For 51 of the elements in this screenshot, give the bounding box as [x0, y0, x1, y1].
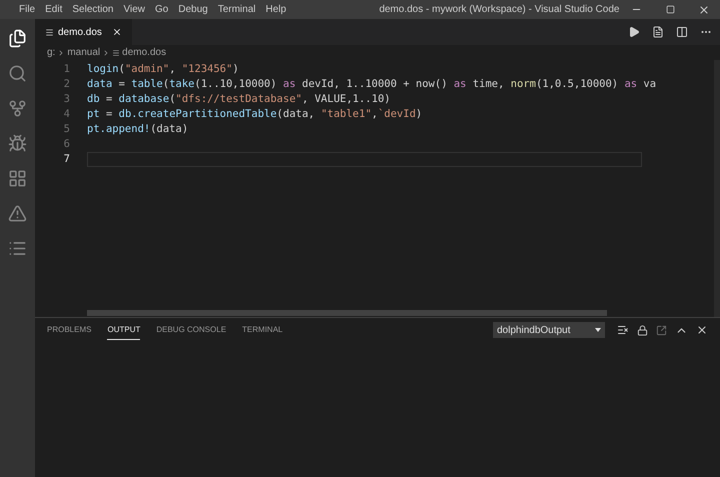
- line-number: 2: [62, 77, 70, 92]
- open-file-icon[interactable]: [656, 324, 667, 336]
- menu-item[interactable]: Terminal: [212, 2, 261, 17]
- close-icon: [698, 4, 710, 16]
- menu-item[interactable]: View: [118, 2, 150, 17]
- menu-item[interactable]: Help: [260, 2, 292, 17]
- bug-icon[interactable]: [8, 134, 27, 153]
- clear-output-icon[interactable]: [617, 324, 629, 336]
- extensions-icon[interactable]: [8, 169, 27, 188]
- files-icon[interactable]: [8, 29, 27, 48]
- run-icon[interactable]: [628, 26, 640, 38]
- maximize-icon: [666, 5, 675, 14]
- dropdown-arrow-icon: [595, 328, 601, 332]
- code-line: db = database("dfs://testDatabase", VALUE,1..10): [87, 92, 392, 107]
- breadcrumb-item[interactable]: manual: [67, 45, 100, 60]
- code-line: pt.append!(data): [87, 122, 190, 137]
- vertical-scrollbar[interactable]: [714, 60, 720, 317]
- editor-tab[interactable]: demo.dos: [35, 19, 132, 45]
- menu-item[interactable]: Edit: [40, 2, 68, 17]
- branch-icon[interactable]: [8, 99, 27, 118]
- panel-tab[interactable]: DEBUG CONSOLE: [156, 320, 226, 340]
- line-number: 7: [62, 152, 70, 167]
- panel-tab[interactable]: OUTPUT: [107, 320, 140, 340]
- document-icon[interactable]: [652, 26, 664, 38]
- panel-tab[interactable]: PROBLEMS: [47, 320, 92, 340]
- menu-item[interactable]: File: [14, 2, 40, 17]
- code-line: data = table(take(1..10,10000) as devId, 1..10000 + now() as time, norm(1,0.5,10000) as va: [87, 77, 656, 92]
- menu-item[interactable]: Debug: [173, 2, 213, 17]
- line-number: 5: [62, 122, 70, 137]
- output-channel-dropdown[interactable]: dolphindbOutput: [493, 322, 605, 338]
- window-title: demo.dos - mywork (Workspace) - Visual Studio Code: [379, 3, 620, 17]
- split-editor-icon[interactable]: [676, 26, 688, 38]
- breadcrumb-item[interactable]: demo.dos: [122, 45, 166, 60]
- code-line: login("admin", "123456"): [87, 62, 240, 77]
- line-number: 3: [62, 92, 70, 107]
- search-icon[interactable]: [8, 64, 27, 83]
- close-panel-icon[interactable]: [696, 324, 708, 336]
- line-number: 1: [62, 62, 70, 77]
- line-number: 4: [62, 107, 70, 122]
- close-icon[interactable]: [112, 27, 122, 37]
- breadcrumb-item[interactable]: g:: [47, 45, 56, 60]
- list-icon[interactable]: [8, 239, 27, 258]
- tab-label: demo.dos: [58, 26, 102, 40]
- menu-item[interactable]: Go: [150, 2, 174, 17]
- menu-item[interactable]: Selection: [67, 2, 118, 17]
- triangle-icon[interactable]: [8, 204, 27, 223]
- code-line: pt = db.createPartitionedTable(data, "table1",`devId): [87, 107, 424, 122]
- horizontal-scrollbar[interactable]: [87, 310, 607, 316]
- lock-icon[interactable]: [637, 324, 648, 336]
- line-number: 6: [62, 137, 70, 152]
- panel-tab[interactable]: TERMINAL: [242, 320, 283, 340]
